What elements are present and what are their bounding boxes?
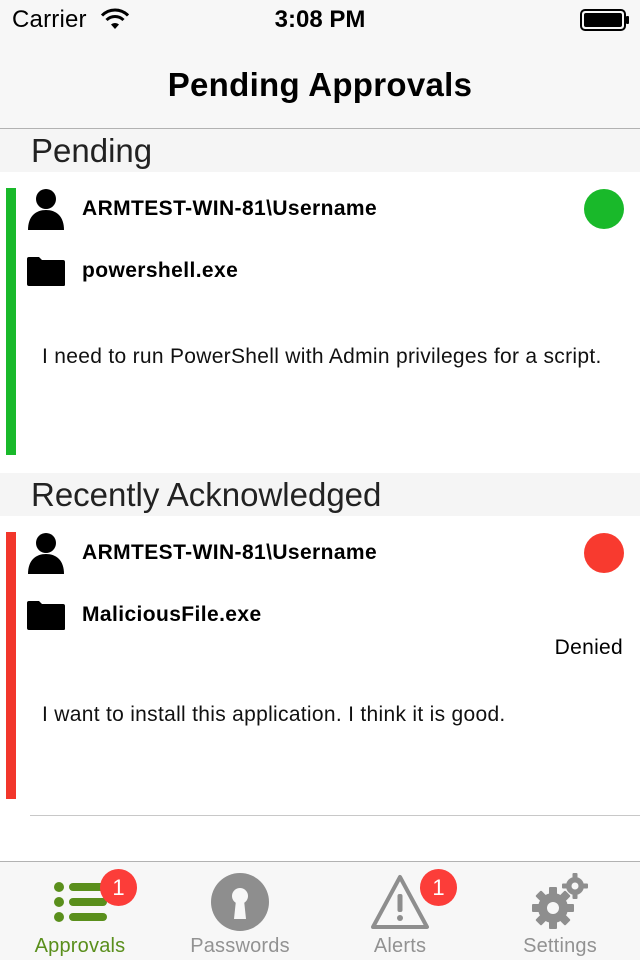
request-username: ARMTEST-WIN-81\Username xyxy=(82,197,378,220)
tab-alerts[interactable]: 1 Alerts xyxy=(320,862,480,960)
status-bar: Carrier 3:08 PM xyxy=(0,0,640,40)
tab-settings[interactable]: Settings xyxy=(480,862,640,960)
notification-badge: 1 xyxy=(100,869,137,906)
section-title-pending: Pending xyxy=(31,132,153,169)
battery-icon xyxy=(580,9,629,31)
folder-icon xyxy=(27,601,65,630)
status-indicator-dot xyxy=(584,533,624,573)
request-username: ARMTEST-WIN-81\Username xyxy=(82,541,378,564)
acknowledged-request-card[interactable]: ARMTEST-WIN-81\Username MaliciousFile.ex… xyxy=(0,516,640,816)
status-indicator-dot xyxy=(584,189,624,229)
folder-icon xyxy=(27,257,65,286)
tab-bar: 1 Approvals Passwords 1 Alerts Settings xyxy=(0,861,640,960)
notification-badge: 1 xyxy=(420,869,457,906)
request-message: I want to install this application. I th… xyxy=(42,703,506,726)
tab-label: Passwords xyxy=(190,935,290,957)
clock: 3:08 PM xyxy=(274,6,366,33)
page-title: Pending Approvals xyxy=(167,66,473,103)
tab-approvals[interactable]: 1 Approvals xyxy=(0,862,160,960)
navigation-bar: Pending Approvals xyxy=(0,40,640,129)
status-accent-bar xyxy=(6,532,16,799)
list-separator xyxy=(30,815,640,816)
section-header-pending: Pending xyxy=(0,129,640,172)
section-title-recently-acknowledged: Recently Acknowledged xyxy=(31,476,382,513)
tab-label: Approvals xyxy=(34,935,126,957)
request-message: I need to run PowerShell with Admin priv… xyxy=(42,345,602,368)
user-icon xyxy=(28,189,64,230)
section-header-recently-acknowledged: Recently Acknowledged xyxy=(0,473,640,516)
request-filename: powershell.exe xyxy=(82,259,239,282)
approval-request-card[interactable]: ARMTEST-WIN-81\Username powershell.exe I… xyxy=(0,172,640,472)
status-accent-bar xyxy=(6,188,16,455)
tab-passwords[interactable]: Passwords xyxy=(160,862,320,960)
user-icon xyxy=(28,533,64,574)
request-filename: MaliciousFile.exe xyxy=(82,603,262,626)
keyhole-icon xyxy=(211,873,269,931)
tab-label: Alerts xyxy=(373,935,427,957)
gears-icon xyxy=(532,873,588,929)
tab-label: Settings xyxy=(523,935,597,957)
request-status-label: Denied xyxy=(554,636,623,659)
